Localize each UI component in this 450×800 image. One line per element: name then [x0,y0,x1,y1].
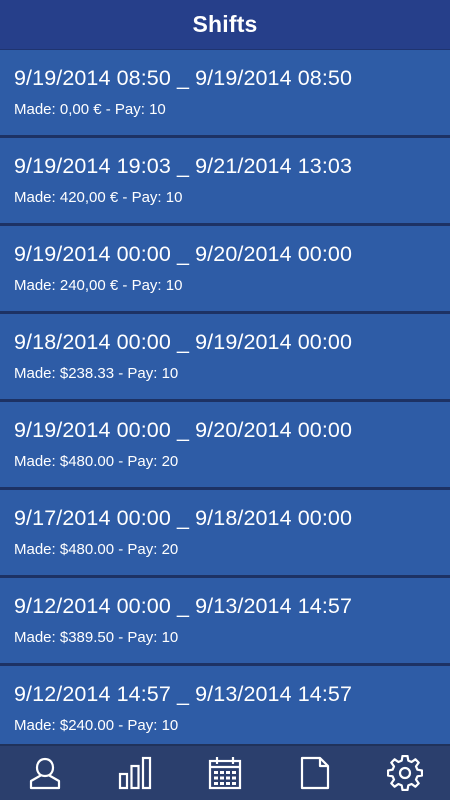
bottom-navigation [0,744,450,800]
shift-list-item[interactable]: 9/18/2014 00:00 _ 9/19/2014 00:00 Made: … [0,314,450,402]
nav-statistics-button[interactable] [105,745,165,800]
shift-list[interactable]: 9/19/2014 08:50 _ 9/19/2014 08:50 Made: … [0,50,450,744]
shift-list-item[interactable]: 9/19/2014 00:00 _ 9/20/2014 00:00 Made: … [0,226,450,314]
shift-summary: Made: $480.00 - Pay: 20 [14,453,179,470]
shift-list-item[interactable]: 9/12/2014 14:57 _ 9/13/2014 14:57 Made: … [0,666,450,744]
gear-icon [387,755,423,791]
user-icon [29,757,61,790]
shift-date-range: 9/19/2014 00:00 _ 9/20/2014 00:00 [14,242,353,266]
shift-date-range: 9/17/2014 00:00 _ 9/18/2014 00:00 [14,506,353,530]
nav-calendar-button[interactable] [195,745,255,800]
shift-summary: Made: 0,00 € - Pay: 10 [14,101,166,118]
calendar-icon [208,757,242,790]
shift-list-item[interactable]: 9/12/2014 00:00 _ 9/13/2014 14:57 Made: … [0,578,450,666]
nav-profile-button[interactable] [15,745,75,800]
shift-list-item[interactable]: 9/19/2014 08:50 _ 9/19/2014 08:50 Made: … [0,50,450,138]
shift-date-range: 9/12/2014 14:57 _ 9/13/2014 14:57 [14,682,353,706]
shift-summary: Made: $389.50 - Pay: 10 [14,629,179,646]
app-header: Shifts [0,0,450,50]
document-icon [300,756,330,790]
shift-date-range: 9/12/2014 00:00 _ 9/13/2014 14:57 [14,594,353,618]
shift-date-range: 9/19/2014 19:03 _ 9/21/2014 13:03 [14,154,353,178]
shift-summary: Made: $480.00 - Pay: 20 [14,541,179,558]
shift-list-item[interactable]: 9/19/2014 19:03 _ 9/21/2014 13:03 Made: … [0,138,450,226]
shift-list-item[interactable]: 9/17/2014 00:00 _ 9/18/2014 00:00 Made: … [0,490,450,578]
shift-summary: Made: $238.33 - Pay: 10 [14,365,179,382]
shift-list-item[interactable]: 9/19/2014 00:00 _ 9/20/2014 00:00 Made: … [0,402,450,490]
shift-date-range: 9/19/2014 00:00 _ 9/20/2014 00:00 [14,418,353,442]
page-title: Shifts [192,11,258,37]
shift-summary: Made: 240,00 € - Pay: 10 [14,277,183,294]
shift-date-range: 9/19/2014 08:50 _ 9/19/2014 08:50 [14,66,353,90]
shift-date-range: 9/18/2014 00:00 _ 9/19/2014 00:00 [14,330,353,354]
shift-summary: Made: 420,00 € - Pay: 10 [14,189,183,206]
nav-settings-button[interactable] [375,745,435,800]
shift-summary: Made: $240.00 - Pay: 10 [14,717,179,734]
bar-chart-icon [118,756,152,790]
nav-reports-button[interactable] [285,745,345,800]
